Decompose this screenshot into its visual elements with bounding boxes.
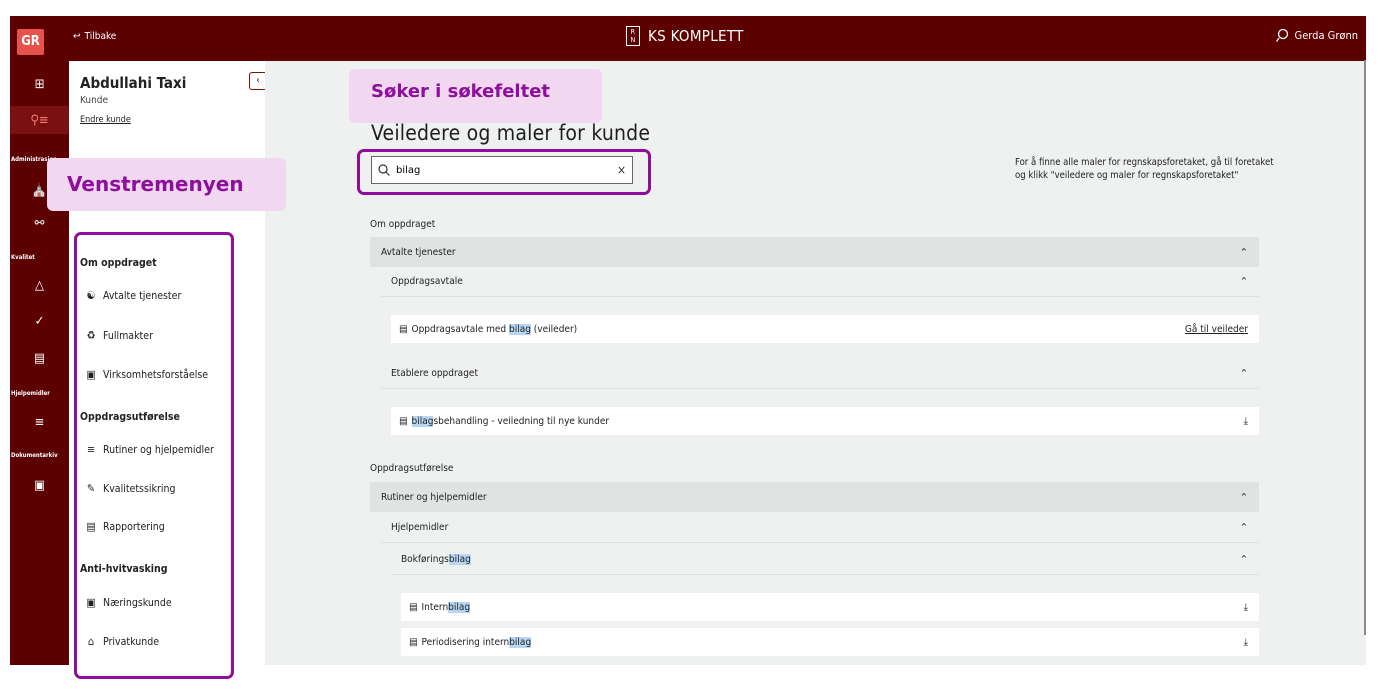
group-title-oppdragsutforelse: Oppdragsutførelse — [370, 463, 454, 474]
accordion-hjelpemidler[interactable]: Hjelpemidler ⌃ — [381, 513, 1259, 543]
back-link[interactable]: ↩ Tilbake — [73, 31, 116, 42]
customer-role: Kunde — [80, 95, 109, 106]
back-arrow-icon: ↩ — [73, 31, 81, 42]
download-icon[interactable]: ⤓ — [1244, 637, 1248, 648]
accordion-label: Oppdragsavtale — [391, 276, 463, 287]
rail-label-archive: Dokumentarkiv — [11, 452, 58, 459]
accordion-etablere-oppdraget[interactable]: Etablere oppdraget ⌃ — [381, 359, 1259, 389]
warning-icon[interactable]: △ — [10, 271, 69, 299]
highlight-search-box — [357, 149, 651, 195]
download-icon[interactable]: ⤓ — [1244, 602, 1248, 613]
top-bar: GR ↩ Tilbake RN KS KOMPLETT Gerda Grønn — [10, 16, 1366, 61]
chevron-up-icon: ⌃ — [1239, 275, 1248, 288]
customer-name: Abdullahi Taxi — [80, 74, 187, 92]
accordion-oppdragsavtale[interactable]: Oppdragsavtale ⌃ — [381, 267, 1259, 297]
highlight-menu-box — [74, 232, 234, 679]
brand-logo-icon: RN — [626, 26, 640, 46]
accordion-rutiner[interactable]: Rutiner og hjelpemidler ⌃ — [370, 482, 1259, 512]
open-guide-link[interactable]: Gå til veileder — [1185, 324, 1248, 335]
list-item-label: ▤ bilagsbehandling - veiledning til nye k… — [399, 415, 610, 427]
list-item[interactable]: ▤ bilagsbehandling - veiledning til nye k… — [391, 407, 1259, 435]
user-menu[interactable]: Gerda Grønn — [1275, 28, 1358, 42]
document-icon: ▤ — [409, 601, 418, 613]
list-item[interactable]: ▤ Periodisering internbilag ⤓ — [401, 628, 1259, 656]
money-icon[interactable]: ▤ — [10, 344, 69, 372]
list-item-label: ▤ Internbilag — [409, 601, 471, 613]
document-icon: ▤ — [399, 415, 408, 427]
list-item[interactable]: ▤ Oppdragsavtale med bilag (veileder) Gå … — [391, 315, 1259, 343]
user-name: Gerda Grønn — [1294, 28, 1358, 42]
group-title-om-oppdraget: Om oppdraget — [370, 219, 436, 230]
chevron-up-icon: ⌃ — [1239, 521, 1248, 534]
accordion-label: Rutiner og hjelpemidler — [381, 491, 487, 503]
rail-label-quality: Kvalitet — [11, 254, 35, 261]
archive-icon[interactable]: ▣ — [10, 471, 69, 499]
chevron-up-icon: ⌃ — [1239, 245, 1248, 259]
check-icon[interactable]: ✓ — [10, 307, 69, 335]
chevron-left-icon: ‹ — [256, 75, 260, 86]
scrollbar[interactable] — [1364, 60, 1366, 635]
chevron-up-icon: ⌃ — [1239, 553, 1248, 566]
rail-label-tools: Hjelpemidler — [11, 390, 50, 397]
user-icon — [1275, 28, 1288, 42]
grid-icon[interactable]: ⊞ — [10, 70, 69, 98]
callout-menu: Venstremenyen — [47, 158, 286, 211]
list-item-label: ▤ Oppdragsavtale med bilag (veileder) — [399, 323, 578, 335]
page-title: Veiledere og maler for kunde — [371, 121, 651, 145]
accordion-label: Avtalte tjenester — [381, 246, 456, 258]
accordion-label: Hjelpemidler — [391, 522, 449, 533]
app-logo[interactable]: GR — [17, 29, 44, 55]
list-icon[interactable]: ≡ — [10, 408, 69, 436]
back-label: Tilbake — [84, 31, 117, 42]
callout-search: Søker i søkefeltet — [349, 69, 602, 123]
clients-icon[interactable]: ⚲≡ — [10, 106, 69, 134]
brand-name: KS KOMPLETT — [648, 27, 744, 45]
chevron-up-icon: ⌃ — [1239, 367, 1248, 380]
chevron-up-icon: ⌃ — [1239, 490, 1248, 504]
brand: RN KS KOMPLETT — [626, 26, 744, 46]
accordion-label: Etablere oppdraget — [391, 368, 478, 379]
download-icon[interactable]: ⤓ — [1244, 416, 1248, 427]
network-icon[interactable]: ⚯ — [10, 209, 69, 237]
accordion-bokforingsbilag[interactable]: Bokføringsbilag ⌃ — [391, 545, 1259, 575]
accordion-label: Bokføringsbilag — [401, 554, 471, 565]
list-item[interactable]: ▤ Internbilag ⤓ — [401, 593, 1259, 621]
change-customer-link[interactable]: Endre kunde — [80, 115, 131, 125]
document-icon: ▤ — [399, 323, 408, 335]
help-text: For å finne alle maler for regnskapsfore… — [1015, 157, 1274, 181]
accordion-avtalte-tjenester[interactable]: Avtalte tjenester ⌃ — [370, 237, 1259, 267]
list-item-label: ▤ Periodisering internbilag — [409, 636, 532, 648]
document-icon: ▤ — [409, 636, 418, 648]
icon-rail: ⊞ ⚲≡ Administrasjon ⛪ ⚯ Kvalitet △ ✓ ▤ H… — [10, 61, 69, 665]
